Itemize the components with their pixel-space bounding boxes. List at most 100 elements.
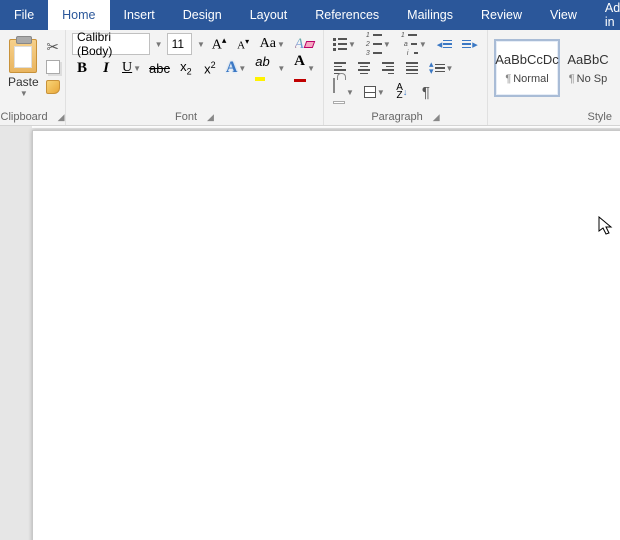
tab-design[interactable]: Design (169, 0, 236, 30)
clear-formatting-button[interactable]: A (292, 34, 318, 54)
group-styles: AaBbCcDc ¶Normal AaBbC ¶No Sp Style (488, 30, 620, 125)
numbering-icon: 1 2 3 (366, 32, 382, 57)
font-family-dropdown-icon[interactable]: ▼ (155, 40, 163, 49)
font-size-selector[interactable]: 11 (167, 33, 192, 55)
cut-button[interactable] (43, 37, 63, 57)
format-painter-icon (46, 80, 60, 94)
tab-home[interactable]: Home (48, 0, 109, 30)
superscript-icon: x2 (204, 60, 216, 76)
font-family-value: Calibri (Body) (77, 30, 145, 58)
group-font: Calibri (Body) ▼ 11 ▼ A▴ A▾ Aa▼ A (66, 30, 324, 125)
subscript-icon: x2 (180, 59, 192, 77)
paragraph-launcher[interactable]: ◢ (433, 112, 440, 123)
mouse-cursor-icon (598, 216, 614, 239)
shading-icon (333, 78, 345, 106)
pilcrow-icon: ¶ (569, 73, 575, 85)
group-clipboard-label: Clipboard (1, 111, 48, 123)
superscript-button[interactable]: x2 (200, 58, 220, 78)
italic-button[interactable]: I (96, 58, 116, 78)
group-paragraph: ▼ 1 2 3 ▼ 1 a i ▼ ◂ (324, 30, 488, 125)
align-right-button[interactable] (378, 58, 398, 78)
strikethrough-button[interactable]: abc (147, 58, 172, 78)
justify-button[interactable] (402, 58, 422, 78)
strikethrough-icon: abc (149, 61, 170, 76)
line-spacing-icon: ▴▾ (429, 61, 445, 75)
text-effects-button[interactable]: A▼ (224, 58, 248, 78)
document-page[interactable] (32, 130, 620, 540)
underline-button[interactable]: U▼ (120, 58, 143, 78)
font-launcher[interactable]: ◢ (207, 112, 214, 123)
group-clipboard: Paste ▼ Clipboard ◢ (0, 30, 66, 125)
paste-dropdown-icon: ▼ (20, 89, 28, 98)
workspace (0, 126, 620, 540)
font-color-button[interactable]: A▼ (292, 58, 317, 78)
multilevel-list-button[interactable]: 1 a i ▼ (398, 34, 430, 54)
font-size-dropdown-icon[interactable]: ▼ (197, 40, 205, 49)
text-effects-icon: A (226, 59, 238, 77)
style-no-spacing[interactable]: AaBbC ¶No Sp (564, 39, 612, 97)
bold-icon: B (77, 60, 87, 77)
decrease-indent-icon: ◂ (437, 38, 453, 51)
eraser-icon (303, 41, 315, 48)
paste-label: Paste (8, 75, 39, 89)
bullets-icon (333, 38, 347, 51)
shading-button[interactable]: ▼ (330, 82, 357, 102)
horizontal-ruler[interactable] (32, 126, 620, 128)
align-center-button[interactable] (354, 58, 374, 78)
clipboard-icon (9, 39, 37, 73)
group-paragraph-label: Paragraph (371, 111, 422, 123)
group-styles-label: Style (588, 111, 612, 123)
sort-icon: AZ (396, 84, 403, 100)
increase-indent-button[interactable]: ▸ (459, 34, 481, 54)
style-normal[interactable]: AaBbCcDc ¶Normal (494, 39, 560, 97)
tab-references[interactable]: References (301, 0, 393, 30)
underline-icon: U (122, 60, 132, 76)
tab-insert[interactable]: Insert (110, 0, 169, 30)
multilevel-list-icon: 1 a i (401, 32, 418, 57)
format-painter-button[interactable] (43, 77, 63, 97)
subscript-button[interactable]: x2 (176, 58, 196, 78)
line-spacing-button[interactable]: ▴▾▼ (426, 58, 456, 78)
sort-button[interactable]: AZ↓ (392, 82, 412, 102)
highlight-icon: ab (255, 54, 276, 83)
tab-addins[interactable]: Add-in (591, 0, 620, 30)
pilcrow-icon: ¶ (422, 84, 430, 101)
show-marks-button[interactable]: ¶ (416, 82, 436, 102)
ribbon-tabs: File Home Insert Design Layout Reference… (0, 0, 620, 30)
bullets-button[interactable]: ▼ (330, 34, 359, 54)
increase-indent-icon: ▸ (462, 38, 478, 51)
align-center-icon (358, 62, 370, 74)
tab-layout[interactable]: Layout (236, 0, 302, 30)
pilcrow-icon: ¶ (505, 73, 511, 85)
tab-mailings[interactable]: Mailings (393, 0, 467, 30)
change-case-icon: Aa (260, 36, 276, 52)
style-normal-label: Normal (513, 73, 548, 85)
font-color-icon: A (294, 53, 306, 84)
italic-icon: I (103, 60, 109, 77)
tab-view[interactable]: View (536, 0, 591, 30)
decrease-indent-button[interactable]: ◂ (434, 34, 456, 54)
numbering-button[interactable]: 1 2 3 ▼ (363, 34, 394, 54)
style-normal-sample: AaBbCcDc (495, 52, 559, 67)
shrink-font-button[interactable]: A▾ (233, 34, 253, 54)
borders-button[interactable]: ▼ (361, 82, 388, 102)
font-family-selector[interactable]: Calibri (Body) (72, 33, 150, 55)
justify-icon (406, 62, 418, 74)
change-case-button[interactable]: Aa▼ (257, 34, 287, 54)
ribbon: Paste ▼ Clipboard ◢ Calibri (Body) ▼ 11 (0, 30, 620, 126)
tab-review[interactable]: Review (467, 0, 536, 30)
copy-icon (46, 60, 60, 74)
grow-font-button[interactable]: A▴ (209, 34, 229, 54)
paste-button[interactable]: Paste ▼ (6, 33, 41, 109)
style-nospacing-label: No Sp (577, 73, 608, 85)
group-font-label: Font (175, 111, 197, 123)
bold-button[interactable]: B (72, 58, 92, 78)
align-right-icon (382, 62, 394, 74)
cut-icon (46, 38, 59, 56)
grow-font-icon: A▴ (212, 35, 227, 54)
clipboard-launcher[interactable]: ◢ (58, 112, 65, 123)
copy-button[interactable] (43, 57, 63, 77)
style-nospacing-sample: AaBbC (567, 52, 608, 67)
tab-file[interactable]: File (0, 0, 48, 30)
highlight-button[interactable]: ab▼ (252, 58, 288, 78)
